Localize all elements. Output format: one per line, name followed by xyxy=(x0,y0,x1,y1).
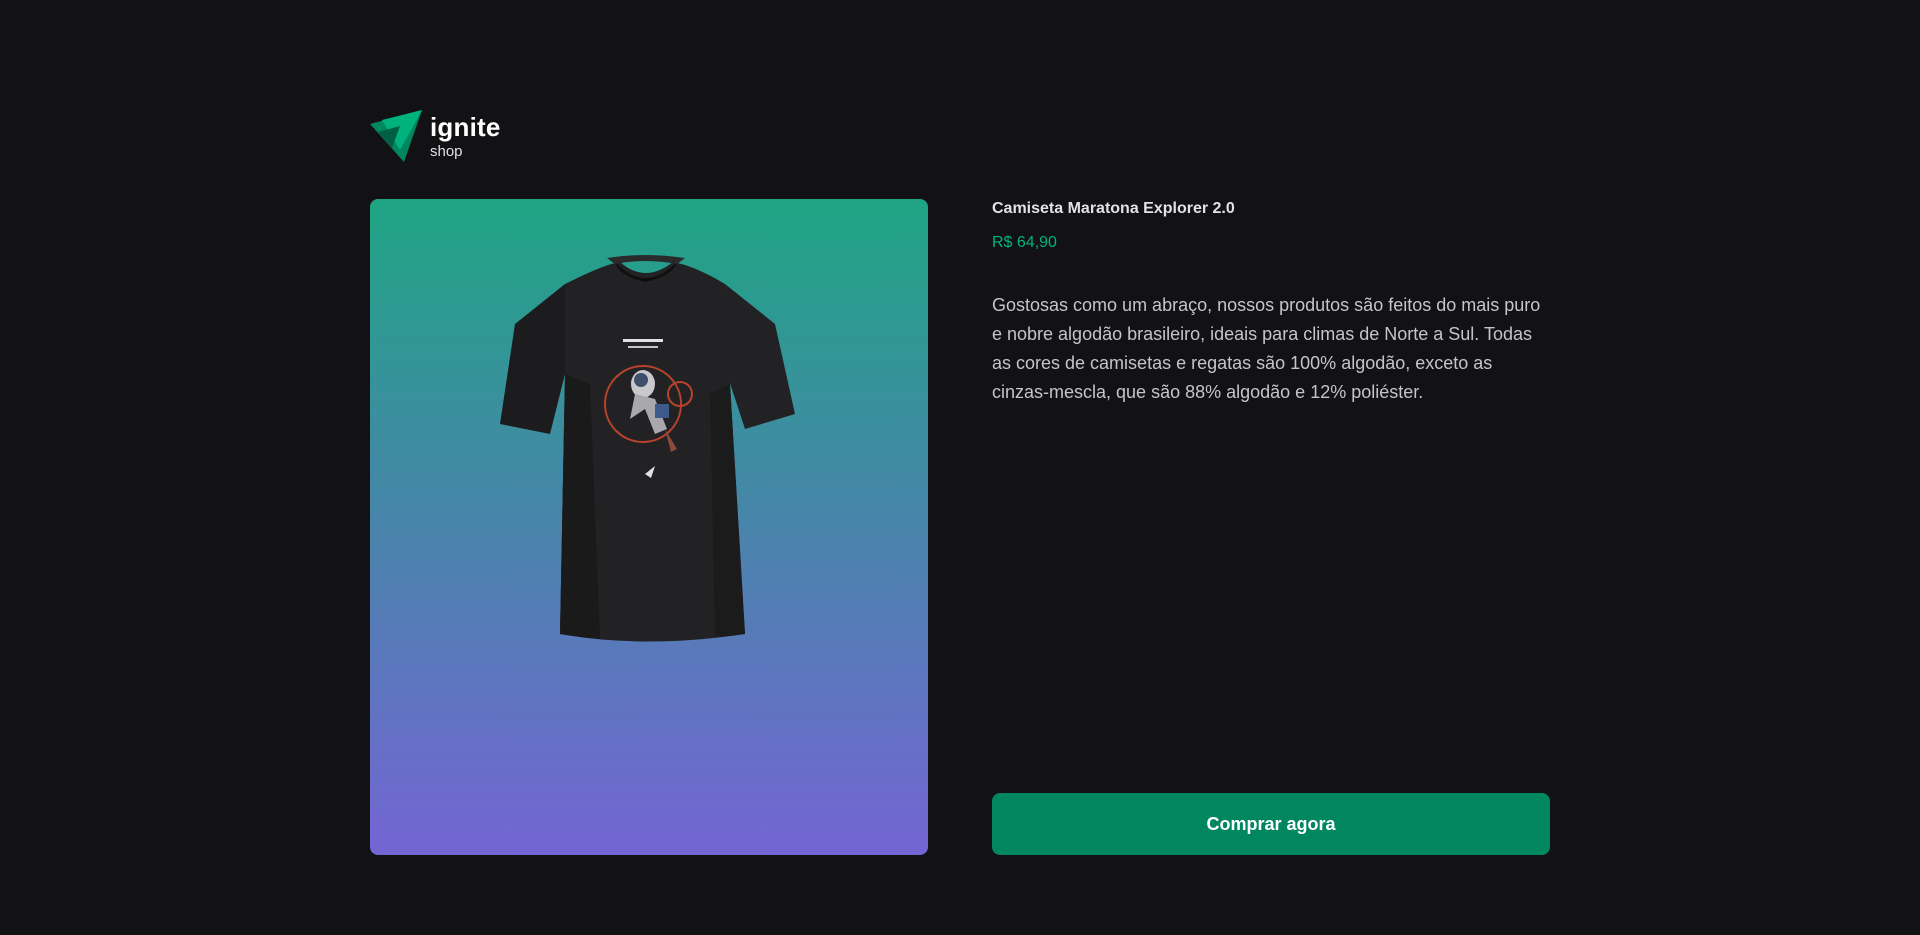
product-title: Camiseta Maratona Explorer 2.0 xyxy=(992,200,1235,217)
tshirt-icon xyxy=(500,255,795,642)
logo-name: ignite xyxy=(430,111,501,142)
buy-now-button[interactable]: Comprar agora xyxy=(992,793,1550,855)
ignite-logo-icon[interactable] xyxy=(370,110,422,162)
product-description: Gostosas como um abraço, nossos produtos… xyxy=(992,295,1541,402)
logo-sub: shop xyxy=(430,142,463,160)
site-header: ignite shop xyxy=(370,110,501,162)
logo-text: ignite shop xyxy=(430,114,501,159)
product-details: Camiseta Maratona Explorer 2.0 R$ 64,90 … xyxy=(992,199,1550,855)
product-price: R$ 64,90 xyxy=(992,234,1057,251)
product-image-container xyxy=(370,199,928,855)
